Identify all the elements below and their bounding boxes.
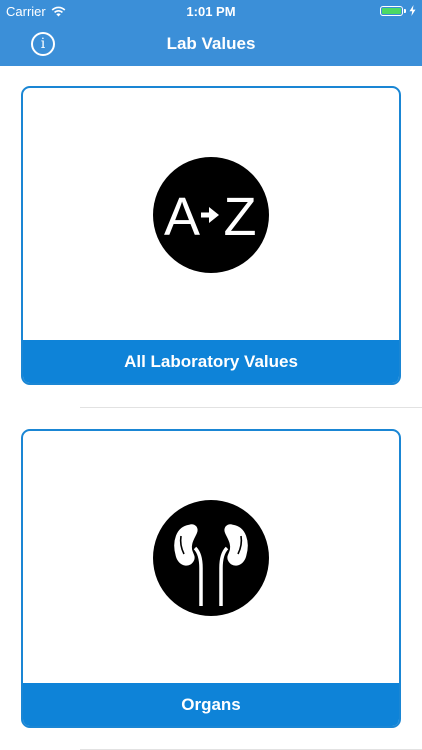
a-to-z-icon: A Z <box>153 157 269 273</box>
header: Carrier 1:01 PM i Lab Values <box>0 0 422 66</box>
navigation-bar: i Lab Values <box>0 22 422 66</box>
a-letter: A <box>164 187 200 247</box>
status-bar: Carrier 1:01 PM <box>0 0 422 22</box>
battery-indicator <box>380 5 416 16</box>
card-image <box>23 431 399 685</box>
card-label: All Laboratory Values <box>23 340 399 383</box>
card-label: Organs <box>23 683 399 726</box>
all-laboratory-values-card[interactable]: A Z All Laboratory Values <box>21 86 401 385</box>
app-screen: Carrier 1:01 PM i Lab Values A Z All Lab… <box>0 0 422 750</box>
card-image: A Z <box>23 88 399 342</box>
z-letter: Z <box>224 187 257 247</box>
status-time: 1:01 PM <box>186 4 236 19</box>
charging-bolt-icon <box>409 5 416 16</box>
row-separator <box>80 407 422 408</box>
page-title: Lab Values <box>166 34 256 53</box>
battery-icon <box>380 5 403 16</box>
kidneys-icon <box>153 500 269 616</box>
organs-card[interactable]: Organs <box>21 429 401 728</box>
battery-tip <box>404 8 406 13</box>
battery-level-fill <box>382 7 401 14</box>
